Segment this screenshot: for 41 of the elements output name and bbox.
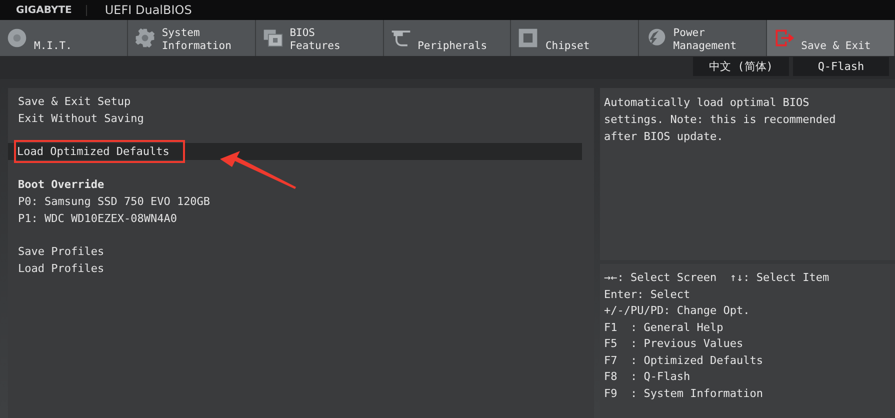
menu-row[interactable]: Exit Without Saving — [8, 110, 594, 127]
menu-tab[interactable]: BIOS Features — [256, 20, 384, 56]
menu-tab[interactable]: System Information — [128, 20, 256, 56]
toolbar-button[interactable]: Q-Flash — [793, 57, 889, 76]
description-text: Automatically load optimal BIOS settings. Note: this is recommended after BIOS update. — [604, 95, 837, 145]
menu-tab[interactable]: M.I.T. — [0, 20, 128, 56]
help-text: →←: Select Screen ↑↓: Select Item — [604, 270, 830, 286]
disc-icon — [6, 27, 28, 49]
help-text: Enter: Select — [604, 286, 692, 302]
help-text: F9 : System Information — [604, 386, 764, 402]
toolbar-button[interactable]: 中文 (简体) — [693, 57, 789, 76]
chip-icon — [262, 27, 284, 49]
exit-icon — [773, 27, 796, 49]
menu-item[interactable]: Exit Without Saving — [18, 112, 144, 125]
help-text: +/-/PU/PD: Change Opt. — [604, 303, 751, 319]
menu-item[interactable]: P1: WDC WD10EZEX-08WN4A0 — [18, 212, 177, 225]
menu-item[interactable]: P0: Samsung SSD 750 EVO 120GB — [18, 195, 210, 208]
menu-row[interactable]: Boot Override — [8, 176, 594, 193]
menu-tab[interactable]: Save & Exit — [767, 20, 895, 56]
menu-item[interactable]: Save & Exit Setup — [18, 95, 131, 108]
menu-row[interactable]: P0: Samsung SSD 750 EVO 120GB — [8, 193, 594, 210]
menu-tab[interactable]: Power Management — [639, 20, 768, 56]
section-heading: Boot Override — [18, 178, 104, 191]
menu-tab[interactable]: Chipset — [511, 20, 640, 56]
menu-row[interactable]: Save Profiles — [8, 243, 594, 260]
menu-row[interactable]: P1: WDC WD10EZEX-08WN4A0 — [8, 210, 594, 227]
chip-icon — [517, 27, 540, 49]
menu-row[interactable]: Save & Exit Setup — [8, 93, 594, 110]
help-text: F5 : Previous Values — [604, 336, 744, 352]
gear-icon — [134, 27, 156, 49]
menu-item[interactable]: Load Profiles — [18, 262, 104, 275]
brand-logo: GIGABYTE — [0, 4, 87, 16]
help-text: F7 : Optimized Defaults — [604, 352, 764, 368]
bios-title: UEFI DualBIOS — [104, 3, 192, 17]
help-text: F8 : Q-Flash — [604, 369, 692, 385]
menu-item[interactable]: Load Optimized Defaults — [16, 142, 184, 161]
menu-row[interactable]: Load Optimized Defaults — [8, 143, 582, 160]
menu-tab[interactable]: Peripherals — [384, 20, 512, 56]
menu-row[interactable]: Load Profiles — [8, 260, 594, 277]
help-text: F1 : General Help — [604, 320, 724, 336]
menu-item[interactable]: Save Profiles — [18, 245, 104, 258]
